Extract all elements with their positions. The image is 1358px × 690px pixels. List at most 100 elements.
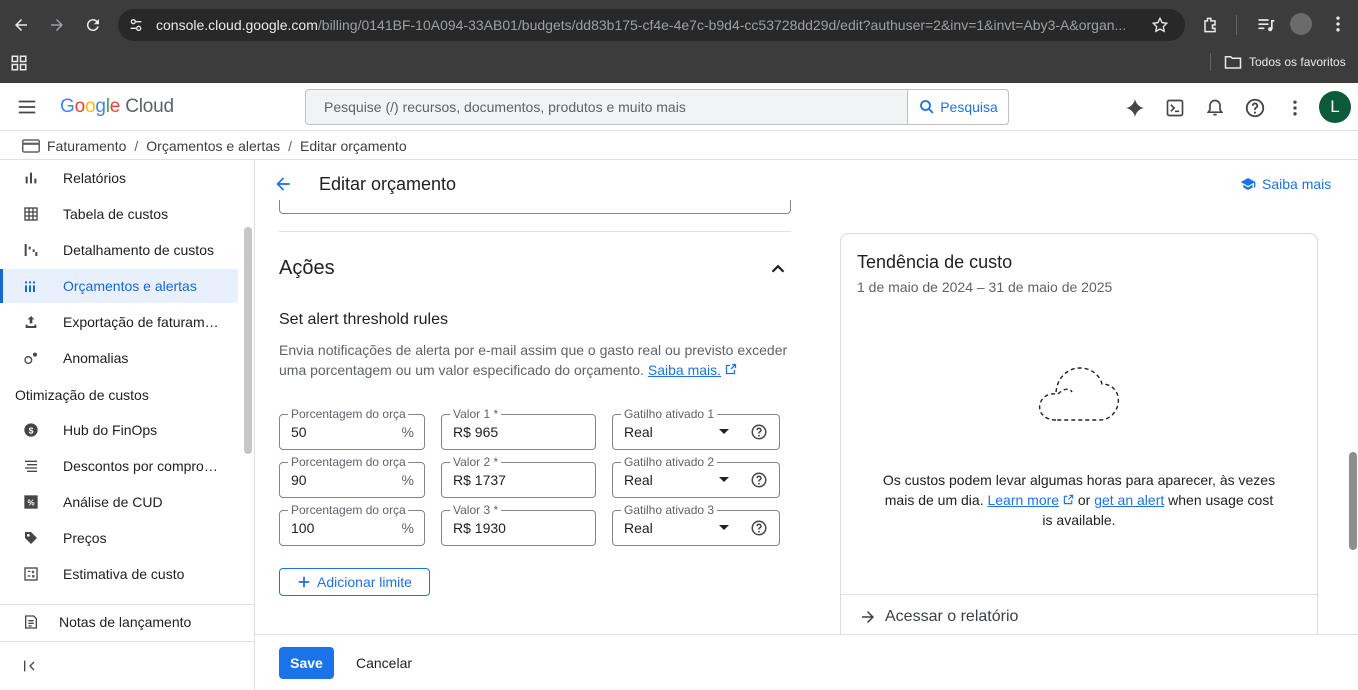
sidebar-item-cud-analysis[interactable]: % Análise de CUD — [0, 485, 238, 519]
address-bar[interactable]: console.cloud.google.com/billing/0141BF-… — [118, 9, 1185, 41]
card-learn-more-link[interactable]: Learn more — [987, 492, 1059, 508]
sidebar-item-cost-breakdown[interactable]: Detalhamento de custos — [0, 233, 238, 267]
dropdown-arrow-icon — [719, 429, 729, 434]
threshold-3-trigger-select[interactable]: Gatilho ativado 3 Real — [612, 503, 780, 546]
billing-card-icon — [22, 139, 40, 153]
hamburger-menu-icon[interactable] — [16, 96, 38, 118]
notifications-icon[interactable] — [1201, 94, 1229, 122]
threshold-1-trigger-select[interactable]: Gatilho ativado 1 Real — [612, 407, 780, 450]
empty-state-message: Os custos podem levar algumas horas para… — [882, 472, 1276, 528]
chevron-up-icon[interactable] — [767, 258, 789, 283]
search-button[interactable]: Pesquisa — [907, 89, 1009, 125]
url-text: console.cloud.google.com/billing/0141BF-… — [156, 17, 1127, 33]
more-options-icon[interactable] — [1281, 94, 1309, 122]
export-icon — [22, 313, 40, 331]
sidebar-item-cost-table[interactable]: Tabela de custos — [0, 197, 238, 231]
cloud-shell-icon[interactable] — [1161, 94, 1189, 122]
get-alert-link[interactable]: get an alert — [1094, 492, 1164, 508]
sidebar-item-budgets-alerts[interactable]: Orçamentos e alertas — [0, 269, 238, 303]
google-cloud-logo[interactable]: Google Cloud — [60, 96, 174, 118]
table-icon — [22, 205, 40, 223]
collapse-sidebar-icon[interactable] — [22, 658, 38, 674]
all-bookmarks-label[interactable]: Todos os favoritos — [1249, 55, 1346, 69]
previous-field-bottom — [279, 200, 791, 214]
sidebar-item-committed-use-discounts[interactable]: Descontos por compro… — [0, 449, 238, 483]
arrow-right-icon — [862, 611, 874, 623]
sidebar-item-pricing[interactable]: Preços — [0, 521, 238, 555]
cost-trend-card — [840, 233, 1318, 653]
apps-grid-icon[interactable] — [10, 54, 28, 72]
budget-icon — [22, 277, 40, 295]
page-scrollbar[interactable] — [1349, 452, 1357, 550]
search-input[interactable]: Pesquise (/) recursos, documentos, produ… — [305, 89, 1009, 125]
save-button[interactable]: Save — [279, 647, 334, 679]
dollar-icon: $ — [22, 421, 40, 439]
sidebar-item-cost-estimate[interactable]: Estimativa de custo — [0, 557, 238, 591]
anomaly-icon — [22, 349, 40, 367]
go-to-report-link[interactable]: Acessar o relatório — [859, 608, 1018, 626]
breadcrumb-budgets[interactable]: Orçamentos e alertas — [146, 138, 280, 154]
threshold-2-amount-field[interactable]: Valor 2 * R$ 1737 — [441, 455, 596, 498]
actions-section-title: Ações — [279, 257, 335, 279]
cost-trend-date-range: 1 de maio de 2024 – 31 de maio de 2025 — [857, 279, 1113, 295]
bookmarks-bar — [0, 50, 1358, 83]
school-icon — [1240, 178, 1256, 190]
calculator-icon — [22, 565, 40, 583]
sidebar-item-finops-hub[interactable]: $ Hub do FinOps — [0, 413, 238, 447]
list-icon — [22, 457, 40, 475]
media-controls-icon[interactable] — [1256, 15, 1276, 35]
external-link-icon — [725, 363, 737, 375]
threshold-2-trigger-select[interactable]: Gatilho ativado 2 Real — [612, 455, 780, 498]
threshold-2-percent-field[interactable]: Porcentagem do orça 90 % — [279, 455, 425, 498]
bookmarks-divider — [1210, 53, 1211, 71]
page-title: Editar orçamento — [319, 174, 457, 194]
forward-icon[interactable] — [44, 12, 70, 38]
back-icon[interactable] — [8, 12, 34, 38]
gemini-icon[interactable] — [1121, 94, 1149, 122]
breadcrumb-billing[interactable]: Faturamento — [47, 138, 126, 154]
help-circle-icon[interactable] — [750, 471, 768, 489]
card-divider — [841, 594, 1317, 595]
percent-icon: % — [22, 493, 40, 511]
dropdown-arrow-icon — [719, 477, 729, 482]
help-circle-icon[interactable] — [750, 423, 768, 441]
extensions-icon[interactable] — [1200, 15, 1220, 35]
bar-chart-icon — [22, 169, 40, 187]
account-avatar[interactable]: L — [1319, 91, 1351, 123]
breakdown-icon — [22, 241, 40, 259]
rules-description: Envia notificações de alerta por e-mail … — [279, 342, 788, 378]
cost-trend-title: Tendência de custo — [857, 252, 1013, 272]
help-circle-icon[interactable] — [750, 519, 768, 537]
plus-icon — [298, 576, 310, 588]
sidebar: Relatórios Tabela de custos Detalhamento… — [0, 160, 255, 690]
add-threshold-button[interactable]: Adicionar limite — [279, 568, 430, 596]
threshold-1-percent-field[interactable]: Porcentagem do orça 50 % — [279, 407, 425, 450]
bookmark-star-icon[interactable] — [1151, 16, 1169, 34]
chrome-menu-icon[interactable] — [1328, 14, 1348, 34]
sidebar-item-reports[interactable]: Relatórios — [0, 161, 238, 195]
sidebar-divider-2 — [0, 641, 254, 642]
sidebar-item-release-notes[interactable]: Notas de lançamento — [0, 605, 238, 639]
threshold-1-amount-field[interactable]: Valor 1 * R$ 965 — [441, 407, 596, 450]
rules-learn-more-link[interactable]: Saiba mais. — [648, 362, 721, 378]
reload-icon[interactable] — [80, 12, 106, 38]
toolbar-divider — [1236, 15, 1237, 35]
svg-text:%: % — [27, 498, 34, 507]
help-icon[interactable] — [1241, 94, 1269, 122]
svg-text:$: $ — [29, 425, 34, 435]
sidebar-item-billing-export[interactable]: Exportação de faturam… — [0, 305, 238, 339]
breadcrumb: Faturamento / Orçamentos e alertas / Editar … — [0, 131, 1358, 160]
threshold-3-percent-field[interactable]: Porcentagem do orça 100 % — [279, 503, 425, 546]
site-info-icon[interactable] — [128, 17, 144, 33]
release-notes-icon — [22, 613, 40, 631]
cancel-button[interactable]: Cancelar — [347, 647, 421, 679]
search-icon — [920, 100, 934, 114]
folder-icon — [1224, 54, 1242, 70]
sidebar-item-anomalies[interactable]: Anomalias — [0, 341, 238, 375]
profile-icon[interactable] — [1290, 13, 1312, 35]
threshold-3-amount-field[interactable]: Valor 3 * R$ 1930 — [441, 503, 596, 546]
sidebar-scrollbar[interactable] — [244, 227, 252, 454]
learn-more-button[interactable]: Saiba mais — [1240, 176, 1331, 192]
section-divider — [279, 231, 791, 232]
back-arrow-icon[interactable] — [273, 174, 293, 197]
